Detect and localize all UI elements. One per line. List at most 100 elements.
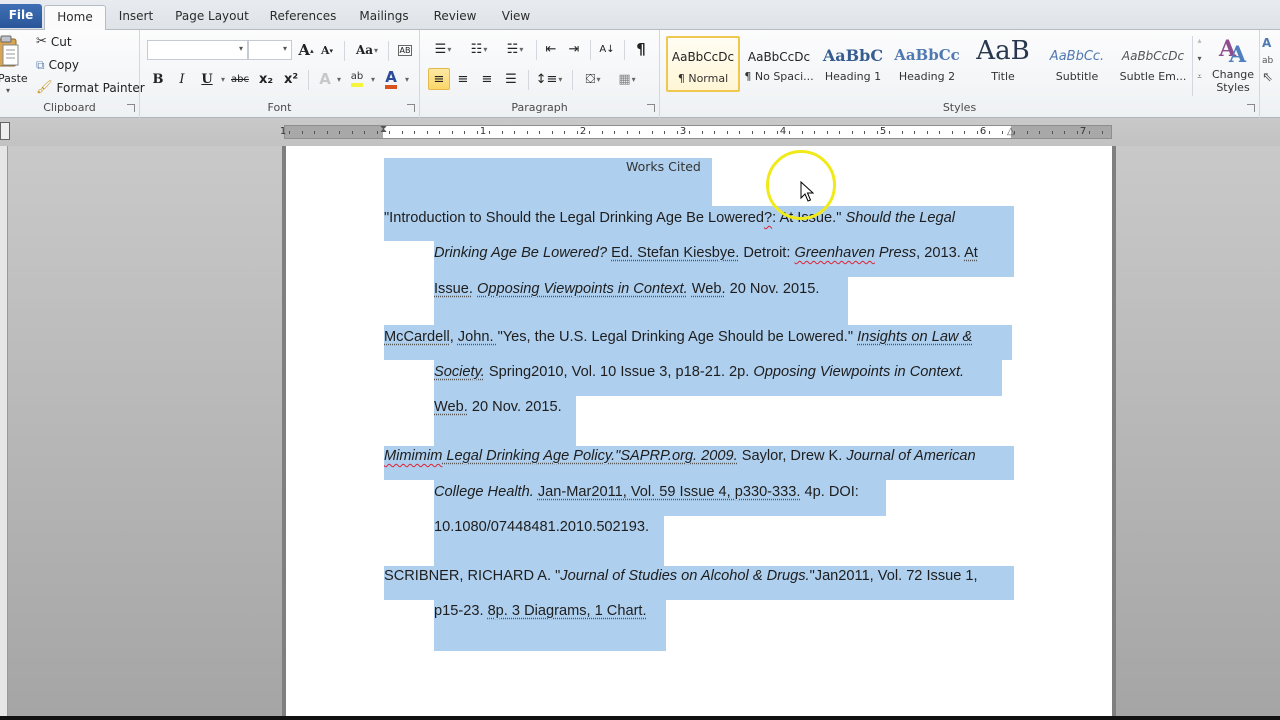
align-center-button[interactable]: ≡ [452, 68, 474, 90]
ruler-tick [964, 131, 965, 134]
tab-file[interactable]: File [0, 4, 42, 28]
text-effects-button[interactable]: A [314, 68, 336, 90]
citation-text-run: 20 Nov. 2015. [467, 399, 562, 415]
status-bar-edge [0, 716, 1280, 720]
citation-line: Issue. Opposing Viewpoints in Context. W… [434, 279, 819, 299]
shading-button[interactable]: ⛋ ▾ [578, 68, 608, 90]
style-subtle-emphasis[interactable]: AaBbCcDc Subtle Em... [1116, 36, 1190, 92]
tab-page-layout[interactable]: Page Layout [170, 5, 254, 30]
style-heading-1[interactable]: AaBbC Heading 1 [816, 36, 890, 92]
replace-icon[interactable]: ab [1262, 56, 1280, 66]
citation-text-run: Greenhaven [794, 245, 875, 261]
document-page[interactable]: Works Cited "Introduction to Should the … [286, 146, 1112, 716]
ruler-tick [939, 131, 940, 134]
grow-font-button[interactable]: A ▴ [295, 39, 317, 61]
bullets-button[interactable]: ☰ ▾ [428, 38, 458, 60]
ruler-tick [914, 131, 915, 134]
highlight-button[interactable]: ab [346, 68, 368, 90]
paste-dropdown-arrow[interactable]: ▾ [6, 86, 10, 95]
tab-references[interactable]: References [264, 5, 342, 30]
line-spacing-button[interactable]: ↕≡ ▾ [534, 68, 564, 90]
paragraph-group-label: Paragraph [511, 101, 568, 114]
paragraph-dialog-launcher[interactable] [647, 104, 655, 112]
tab-insert[interactable]: Insert [112, 5, 160, 30]
select-icon[interactable]: ⇖ [1262, 70, 1280, 85]
tab-home[interactable]: Home [44, 5, 106, 31]
ruler-tick [851, 131, 853, 134]
font-color-dropdown-icon[interactable]: ▾ [405, 75, 409, 84]
tab-view[interactable]: View [494, 5, 538, 30]
change-case-button[interactable]: Aa ▾ [352, 39, 382, 61]
format-painter-button[interactable]: 🖌 Format Painter [36, 80, 145, 96]
strikethrough-button[interactable]: abc [229, 68, 251, 90]
increase-indent-button[interactable]: ⇥ [563, 38, 585, 60]
ruler-tick [789, 131, 790, 134]
underline-button[interactable]: U [196, 68, 218, 90]
citation-line: Web. 20 Nov. 2015. [434, 397, 562, 417]
subscript-button[interactable]: x₂ [255, 68, 277, 90]
numbering-button[interactable]: ☷ ▾ [464, 38, 494, 60]
superscript-button[interactable]: x² [280, 68, 302, 90]
find-icon[interactable]: A [1262, 36, 1280, 50]
clipboard-dialog-launcher[interactable] [127, 104, 135, 112]
ruler-tick [489, 131, 490, 134]
horizontal-ruler[interactable]: ⧗ △ 1 1 2 3 4 5 6 7 [280, 124, 1112, 142]
style-subtitle[interactable]: AaBbCc. Subtitle [1040, 36, 1114, 92]
font-color-button[interactable]: A [380, 68, 402, 90]
highlight-dropdown-icon[interactable]: ▾ [371, 75, 375, 84]
citation-text-run: Saylor, Drew K. [737, 448, 847, 464]
copy-button[interactable]: ⧉ Copy [36, 57, 79, 73]
sort-button[interactable]: A↓ [596, 38, 618, 60]
italic-button[interactable]: I [171, 68, 193, 90]
change-styles-label: Change Styles [1211, 68, 1255, 94]
justify-button[interactable]: ☰ [500, 68, 522, 90]
font-size-dropdown-icon[interactable]: ▾ [283, 44, 287, 53]
multilevel-list-button[interactable]: ☵ ▾ [500, 38, 530, 60]
citation-line: 10.1080/07448481.2010.502193. [434, 517, 649, 537]
style-title[interactable]: AaB Title [966, 36, 1040, 92]
styles-dialog-launcher[interactable] [1247, 104, 1255, 112]
ruler-number: 1 [479, 126, 487, 137]
style-normal[interactable]: AaBbCcDc ¶ Normal [666, 36, 740, 92]
gallery-down-icon[interactable]: ▾ [1193, 54, 1206, 72]
bold-button[interactable]: B [147, 68, 169, 90]
gallery-up-icon[interactable]: ▴ [1193, 36, 1206, 54]
font-name-dropdown-icon[interactable]: ▾ [239, 44, 243, 53]
font-size-combo[interactable]: ▾ [248, 40, 292, 60]
tab-mailings[interactable]: Mailings [352, 5, 416, 30]
ruler-tick [539, 131, 540, 134]
citation-text-run: Jan-Mar2011, Vol. 59 Issue 4, p330-333. [537, 484, 801, 500]
citation-text-run: Web. [434, 399, 468, 415]
clear-formatting-button[interactable]: AB [394, 39, 416, 61]
document-body[interactable]: Works Cited "Introduction to Should the … [286, 146, 1112, 716]
styles-gallery-scroll[interactable]: ▴ ▾ ⩡ [1192, 36, 1206, 96]
font-dialog-launcher[interactable] [407, 104, 415, 112]
ruler-number: 5 [879, 126, 887, 137]
citation-text-run: Mimimim [384, 448, 443, 464]
style-heading-2[interactable]: AaBbCc Heading 2 [890, 36, 964, 92]
paste-button[interactable]: Paste ▾ [0, 32, 28, 95]
show-formatting-marks-button[interactable]: ¶ [630, 38, 652, 60]
shrink-font-button[interactable]: A ▾ [316, 39, 338, 61]
cut-button[interactable]: ✂ Cut [36, 34, 72, 50]
citation-text-run: Opposing Viewpoints in Context. [753, 364, 965, 380]
font-name-combo[interactable]: ▾ [147, 40, 248, 60]
underline-dropdown-icon[interactable]: ▾ [221, 75, 225, 84]
indent-marker[interactable]: ⧗ [380, 124, 388, 140]
citation-text-run: Journal of Studies on Alcohol & Drugs. [560, 568, 810, 584]
tab-selector[interactable] [0, 122, 10, 140]
borders-button[interactable]: ▦ ▾ [612, 68, 642, 90]
align-left-button[interactable]: ≡ [428, 68, 450, 90]
style-no-spacing[interactable]: AaBbCcDc ¶ No Spaci... [742, 36, 816, 92]
ruler-tick [1089, 131, 1090, 134]
text-effects-dropdown-icon[interactable]: ▾ [337, 75, 341, 84]
paragraph-group: ☰ ▾ ☷ ▾ ☵ ▾ ⇤ ⇥ A↓ ¶ ≡ ≡ ≡ ☰ ↕≡ ▾ ⛋ ▾ ▦ ▾ Para… [420, 30, 660, 118]
citation-text-run: Detroit: [739, 245, 795, 261]
tab-review[interactable]: Review [426, 5, 484, 30]
decrease-indent-button[interactable]: ⇤ [540, 38, 562, 60]
change-styles-button[interactable]: A A Change Styles [1210, 34, 1256, 98]
vertical-ruler [0, 146, 8, 716]
gallery-more-icon[interactable]: ⩡ [1193, 72, 1206, 90]
align-right-button[interactable]: ≡ [476, 68, 498, 90]
right-indent-marker[interactable]: △ [1007, 126, 1015, 142]
